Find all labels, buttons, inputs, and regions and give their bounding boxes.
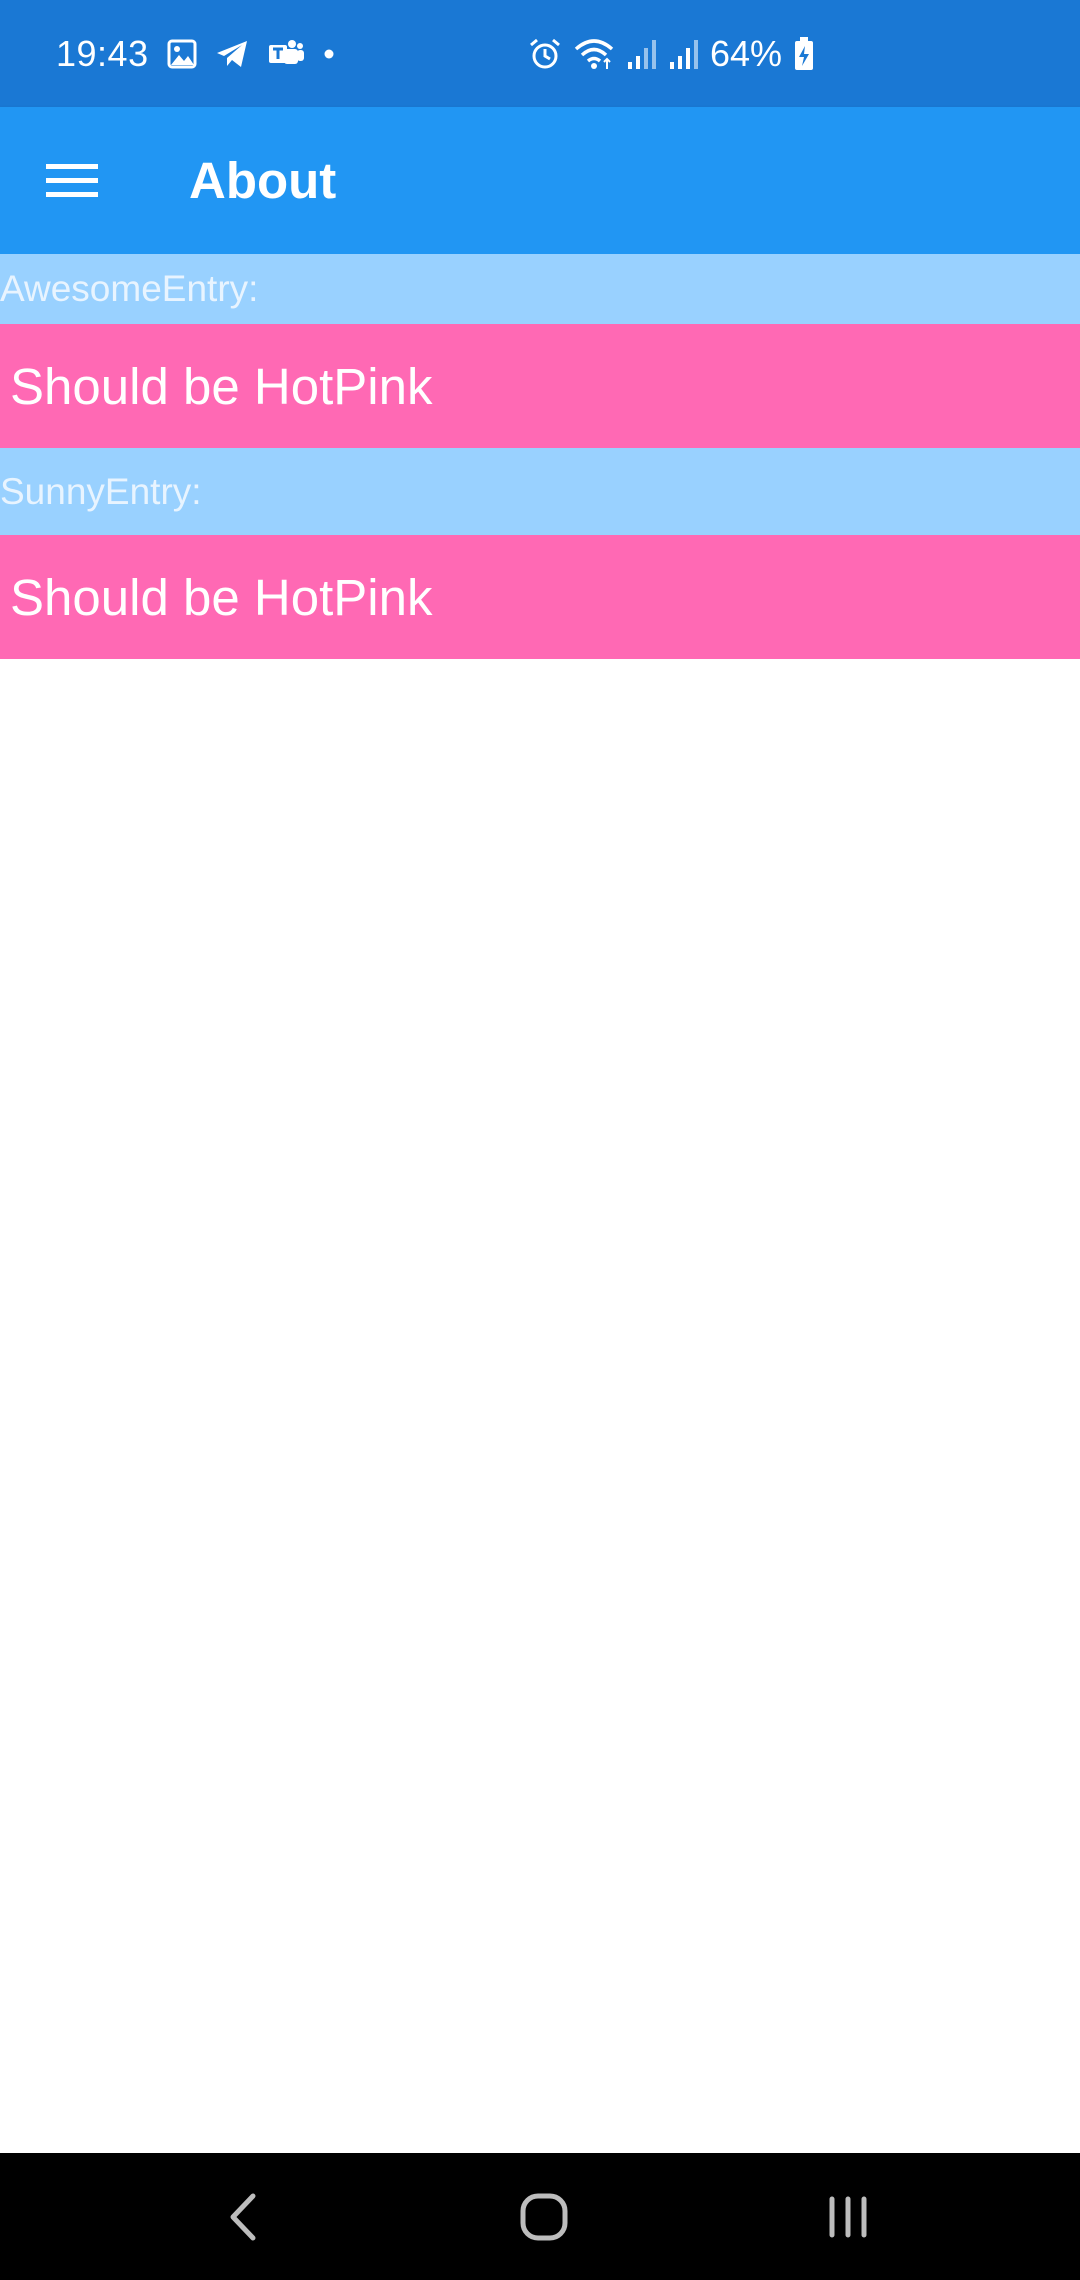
- status-left: 19:43: [56, 0, 335, 107]
- telegram-icon: [215, 39, 249, 69]
- teams-icon: [267, 38, 305, 70]
- notification-dot-icon: [323, 48, 335, 60]
- alarm-icon: [528, 37, 562, 71]
- status-right: 64%: [528, 0, 814, 107]
- signal-icon: [626, 38, 656, 70]
- battery-charging-icon: [794, 36, 814, 71]
- back-icon[interactable]: [163, 2153, 323, 2280]
- awesome-entry-label: AwesomeEntry:: [0, 254, 1080, 324]
- status-bar: 19:43 64%: [0, 0, 1080, 107]
- sunny-entry-label: SunnyEntry:: [0, 448, 1080, 535]
- home-icon[interactable]: [464, 2153, 624, 2280]
- page-title: About: [189, 152, 337, 209]
- status-time: 19:43: [56, 32, 149, 74]
- signal-icon: [668, 38, 698, 70]
- sunny-entry-field[interactable]: Should be HotPink: [0, 535, 1080, 659]
- hamburger-menu-icon[interactable]: [34, 147, 110, 215]
- battery-percentage: 64%: [710, 32, 783, 74]
- recents-icon[interactable]: [768, 2153, 928, 2280]
- navigation-bar: [0, 2153, 1080, 2280]
- awesome-entry-field[interactable]: Should be HotPink: [0, 324, 1080, 448]
- gallery-icon: [167, 39, 197, 69]
- wifi-icon: [574, 37, 614, 71]
- app-bar: About: [0, 107, 1080, 254]
